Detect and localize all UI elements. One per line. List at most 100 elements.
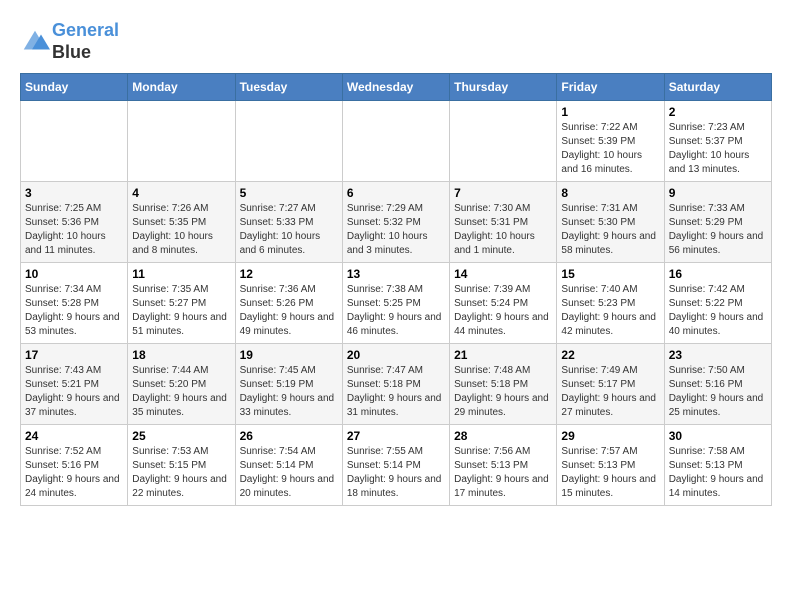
day-info: Sunrise: 7:44 AM Sunset: 5:20 PM Dayligh… bbox=[132, 364, 230, 420]
day-cell: 23 Sunrise: 7:50 AM Sunset: 5:16 PM Dayli… bbox=[664, 344, 771, 425]
day-info: Sunrise: 7:47 AM Sunset: 5:18 PM Dayligh… bbox=[347, 364, 445, 420]
day-number: 12 bbox=[240, 267, 338, 281]
day-cell: 14 Sunrise: 7:39 AM Sunset: 5:24 PM Dayli… bbox=[450, 263, 557, 344]
day-cell: 10 Sunrise: 7:34 AM Sunset: 5:28 PM Dayli… bbox=[21, 263, 128, 344]
day-number: 16 bbox=[669, 267, 767, 281]
day-number: 19 bbox=[240, 348, 338, 362]
day-cell: 15 Sunrise: 7:40 AM Sunset: 5:23 PM Dayli… bbox=[557, 263, 664, 344]
day-number: 17 bbox=[25, 348, 123, 362]
day-number: 27 bbox=[347, 429, 445, 443]
day-info: Sunrise: 7:45 AM Sunset: 5:19 PM Dayligh… bbox=[240, 364, 338, 420]
weekday-header-tuesday: Tuesday bbox=[235, 74, 342, 101]
day-number: 18 bbox=[132, 348, 230, 362]
day-info: Sunrise: 7:57 AM Sunset: 5:13 PM Dayligh… bbox=[561, 445, 659, 501]
day-info: Sunrise: 7:53 AM Sunset: 5:15 PM Dayligh… bbox=[132, 445, 230, 501]
day-cell: 5 Sunrise: 7:27 AM Sunset: 5:33 PM Daylig… bbox=[235, 182, 342, 263]
day-number: 21 bbox=[454, 348, 552, 362]
day-number: 20 bbox=[347, 348, 445, 362]
day-cell: 19 Sunrise: 7:45 AM Sunset: 5:19 PM Dayli… bbox=[235, 344, 342, 425]
day-info: Sunrise: 7:39 AM Sunset: 5:24 PM Dayligh… bbox=[454, 283, 552, 339]
day-number: 15 bbox=[561, 267, 659, 281]
day-number: 14 bbox=[454, 267, 552, 281]
day-info: Sunrise: 7:38 AM Sunset: 5:25 PM Dayligh… bbox=[347, 283, 445, 339]
weekday-header-friday: Friday bbox=[557, 74, 664, 101]
day-info: Sunrise: 7:48 AM Sunset: 5:18 PM Dayligh… bbox=[454, 364, 552, 420]
day-info: Sunrise: 7:36 AM Sunset: 5:26 PM Dayligh… bbox=[240, 283, 338, 339]
day-cell: 26 Sunrise: 7:54 AM Sunset: 5:14 PM Dayli… bbox=[235, 425, 342, 506]
day-info: Sunrise: 7:31 AM Sunset: 5:30 PM Dayligh… bbox=[561, 202, 659, 258]
day-number: 24 bbox=[25, 429, 123, 443]
day-info: Sunrise: 7:58 AM Sunset: 5:13 PM Dayligh… bbox=[669, 445, 767, 501]
day-number: 25 bbox=[132, 429, 230, 443]
day-cell: 22 Sunrise: 7:49 AM Sunset: 5:17 PM Dayli… bbox=[557, 344, 664, 425]
logo-icon bbox=[20, 27, 50, 57]
calendar: SundayMondayTuesdayWednesdayThursdayFrid… bbox=[20, 73, 772, 506]
day-info: Sunrise: 7:26 AM Sunset: 5:35 PM Dayligh… bbox=[132, 202, 230, 258]
weekday-header-row: SundayMondayTuesdayWednesdayThursdayFrid… bbox=[21, 74, 772, 101]
day-info: Sunrise: 7:27 AM Sunset: 5:33 PM Dayligh… bbox=[240, 202, 338, 258]
day-number: 13 bbox=[347, 267, 445, 281]
day-number: 22 bbox=[561, 348, 659, 362]
day-number: 2 bbox=[669, 105, 767, 119]
day-cell: 2 Sunrise: 7:23 AM Sunset: 5:37 PM Daylig… bbox=[664, 101, 771, 182]
week-row-2: 10 Sunrise: 7:34 AM Sunset: 5:28 PM Dayli… bbox=[21, 263, 772, 344]
day-info: Sunrise: 7:49 AM Sunset: 5:17 PM Dayligh… bbox=[561, 364, 659, 420]
day-info: Sunrise: 7:23 AM Sunset: 5:37 PM Dayligh… bbox=[669, 121, 767, 177]
day-cell: 28 Sunrise: 7:56 AM Sunset: 5:13 PM Dayli… bbox=[450, 425, 557, 506]
day-number: 10 bbox=[25, 267, 123, 281]
day-cell: 6 Sunrise: 7:29 AM Sunset: 5:32 PM Daylig… bbox=[342, 182, 449, 263]
day-cell: 13 Sunrise: 7:38 AM Sunset: 5:25 PM Dayli… bbox=[342, 263, 449, 344]
day-info: Sunrise: 7:43 AM Sunset: 5:21 PM Dayligh… bbox=[25, 364, 123, 420]
day-number: 7 bbox=[454, 186, 552, 200]
day-cell: 3Sunrise: 7:25 AM Sunset: 5:36 PM Daylig… bbox=[21, 182, 128, 263]
day-info: Sunrise: 7:55 AM Sunset: 5:14 PM Dayligh… bbox=[347, 445, 445, 501]
day-info: Sunrise: 7:42 AM Sunset: 5:22 PM Dayligh… bbox=[669, 283, 767, 339]
day-cell: 11Sunrise: 7:35 AM Sunset: 5:27 PM Dayli… bbox=[128, 263, 235, 344]
day-info: Sunrise: 7:54 AM Sunset: 5:14 PM Dayligh… bbox=[240, 445, 338, 501]
day-cell: 9Sunrise: 7:33 AM Sunset: 5:29 PM Daylig… bbox=[664, 182, 771, 263]
day-cell: 1 Sunrise: 7:22 AM Sunset: 5:39 PM Daylig… bbox=[557, 101, 664, 182]
day-cell: 16 Sunrise: 7:42 AM Sunset: 5:22 PM Dayli… bbox=[664, 263, 771, 344]
week-row-4: 24 Sunrise: 7:52 AM Sunset: 5:16 PM Dayli… bbox=[21, 425, 772, 506]
day-cell: 27 Sunrise: 7:55 AM Sunset: 5:14 PM Dayli… bbox=[342, 425, 449, 506]
day-number: 5 bbox=[240, 186, 338, 200]
day-cell: 8Sunrise: 7:31 AM Sunset: 5:30 PM Daylig… bbox=[557, 182, 664, 263]
day-cell: 29Sunrise: 7:57 AM Sunset: 5:13 PM Dayli… bbox=[557, 425, 664, 506]
weekday-header-monday: Monday bbox=[128, 74, 235, 101]
day-cell bbox=[235, 101, 342, 182]
day-number: 26 bbox=[240, 429, 338, 443]
logo-text: General Blue bbox=[52, 20, 119, 63]
week-row-3: 17 Sunrise: 7:43 AM Sunset: 5:21 PM Dayli… bbox=[21, 344, 772, 425]
weekday-header-sunday: Sunday bbox=[21, 74, 128, 101]
week-row-0: 1 Sunrise: 7:22 AM Sunset: 5:39 PM Daylig… bbox=[21, 101, 772, 182]
day-info: Sunrise: 7:29 AM Sunset: 5:32 PM Dayligh… bbox=[347, 202, 445, 258]
day-cell: 12 Sunrise: 7:36 AM Sunset: 5:26 PM Dayli… bbox=[235, 263, 342, 344]
day-cell: 4Sunrise: 7:26 AM Sunset: 5:35 PM Daylig… bbox=[128, 182, 235, 263]
day-info: Sunrise: 7:22 AM Sunset: 5:39 PM Dayligh… bbox=[561, 121, 659, 177]
logo: General Blue bbox=[20, 20, 119, 63]
day-number: 28 bbox=[454, 429, 552, 443]
day-info: Sunrise: 7:56 AM Sunset: 5:13 PM Dayligh… bbox=[454, 445, 552, 501]
day-number: 9 bbox=[669, 186, 767, 200]
day-info: Sunrise: 7:40 AM Sunset: 5:23 PM Dayligh… bbox=[561, 283, 659, 339]
day-cell bbox=[450, 101, 557, 182]
day-number: 6 bbox=[347, 186, 445, 200]
day-info: Sunrise: 7:30 AM Sunset: 5:31 PM Dayligh… bbox=[454, 202, 552, 258]
day-info: Sunrise: 7:34 AM Sunset: 5:28 PM Dayligh… bbox=[25, 283, 123, 339]
day-cell bbox=[128, 101, 235, 182]
weekday-header-wednesday: Wednesday bbox=[342, 74, 449, 101]
day-cell: 30Sunrise: 7:58 AM Sunset: 5:13 PM Dayli… bbox=[664, 425, 771, 506]
day-cell: 18 Sunrise: 7:44 AM Sunset: 5:20 PM Dayli… bbox=[128, 344, 235, 425]
day-cell: 20 Sunrise: 7:47 AM Sunset: 5:18 PM Dayli… bbox=[342, 344, 449, 425]
weekday-header-thursday: Thursday bbox=[450, 74, 557, 101]
day-number: 11 bbox=[132, 267, 230, 281]
week-row-1: 3Sunrise: 7:25 AM Sunset: 5:36 PM Daylig… bbox=[21, 182, 772, 263]
day-info: Sunrise: 7:50 AM Sunset: 5:16 PM Dayligh… bbox=[669, 364, 767, 420]
day-cell: 25 Sunrise: 7:53 AM Sunset: 5:15 PM Dayli… bbox=[128, 425, 235, 506]
day-cell: 21 Sunrise: 7:48 AM Sunset: 5:18 PM Dayli… bbox=[450, 344, 557, 425]
day-number: 1 bbox=[561, 105, 659, 119]
day-number: 3 bbox=[25, 186, 123, 200]
day-cell: 24 Sunrise: 7:52 AM Sunset: 5:16 PM Dayli… bbox=[21, 425, 128, 506]
day-number: 23 bbox=[669, 348, 767, 362]
day-info: Sunrise: 7:52 AM Sunset: 5:16 PM Dayligh… bbox=[25, 445, 123, 501]
